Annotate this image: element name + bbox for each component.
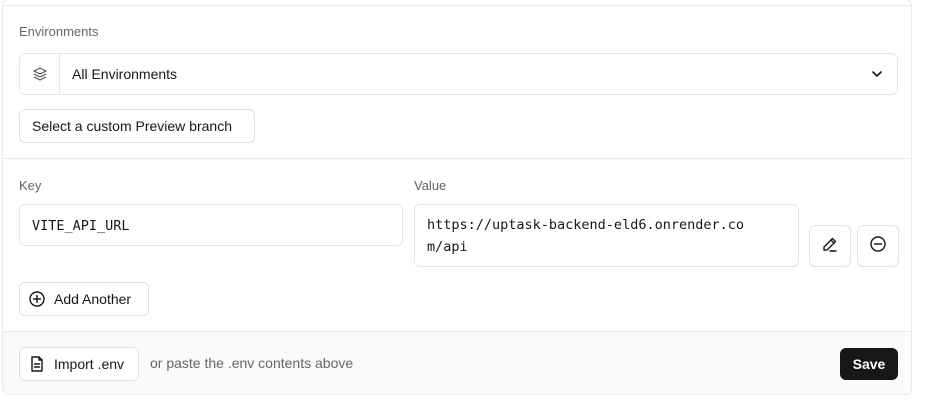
paste-hint-text: or paste the .env contents above (150, 355, 354, 371)
env-value-line-1: https://uptask-backend-eld6.onrender.co (427, 217, 744, 233)
import-env-label: Import .env (54, 356, 125, 372)
env-value-input[interactable]: https://uptask-backend-eld6.onrender.co … (414, 204, 799, 267)
key-column-label: Key (19, 178, 42, 193)
environments-label: Environments (19, 24, 99, 39)
select-preview-branch-button[interactable]: Select a custom Preview branch (19, 109, 255, 143)
remove-row-button[interactable] (857, 225, 899, 267)
env-key-text: VITE_API_URL (32, 218, 130, 234)
environment-variables-card: Environments All Environments Select a c… (2, 0, 912, 395)
footer-bar: Import .env or paste the .env contents a… (3, 331, 911, 394)
environments-select[interactable]: All Environments (19, 53, 898, 95)
save-button[interactable]: Save (840, 348, 898, 380)
value-column-label: Value (414, 178, 447, 193)
import-env-button[interactable]: Import .env (19, 347, 139, 381)
add-another-button[interactable]: Add Another (19, 282, 149, 316)
section-divider (3, 158, 911, 159)
pencil-icon (821, 235, 839, 258)
chevron-down-icon (857, 67, 897, 81)
layers-icon (20, 54, 60, 94)
environments-select-value: All Environments (72, 66, 178, 82)
file-icon (28, 355, 46, 373)
minus-circle-icon (869, 235, 887, 258)
env-key-input[interactable]: VITE_API_URL (19, 204, 403, 246)
section-divider-top (3, 5, 911, 6)
add-another-label: Add Another (54, 291, 132, 307)
env-value-line-2: m/api (427, 239, 468, 255)
plus-circle-icon (28, 290, 46, 308)
edit-button[interactable] (809, 225, 851, 267)
